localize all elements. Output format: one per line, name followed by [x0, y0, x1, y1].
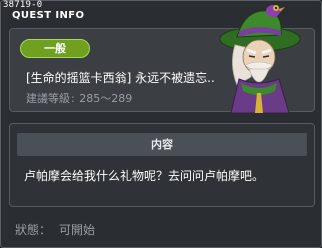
window-title: QUEST INFO: [12, 10, 85, 21]
level-separator: :: [71, 92, 75, 105]
status-label: 狀態：: [15, 223, 52, 237]
npc-portrait-icon: [219, 5, 301, 113]
quest-status: 狀態： 可開始: [15, 221, 95, 238]
quest-id: 38719-0: [3, 0, 43, 10]
quest-name: [生命的摇篮卡西翁] 永远不被遗忘..: [26, 71, 215, 85]
recommended-level: 建議等級: 285～289: [26, 90, 132, 106]
status-value: 可開始: [59, 223, 96, 237]
content-text: 卢帕摩会给我什么礼物呢？去问问卢帕摩吧。: [24, 169, 265, 183]
level-range: 285～289: [79, 92, 133, 105]
level-label: 建議等級: [26, 92, 70, 105]
category-badge: 一般: [20, 39, 90, 58]
content-header: 内容: [17, 133, 307, 156]
quest-info-window: 38719-0 QUEST INFO 一般 [生命的摇篮卡西翁] 永远不被遗忘.…: [0, 0, 322, 248]
quest-content-panel: 内容 卢帕摩会给我什么礼物呢？去问问卢帕摩吧。: [9, 123, 315, 207]
